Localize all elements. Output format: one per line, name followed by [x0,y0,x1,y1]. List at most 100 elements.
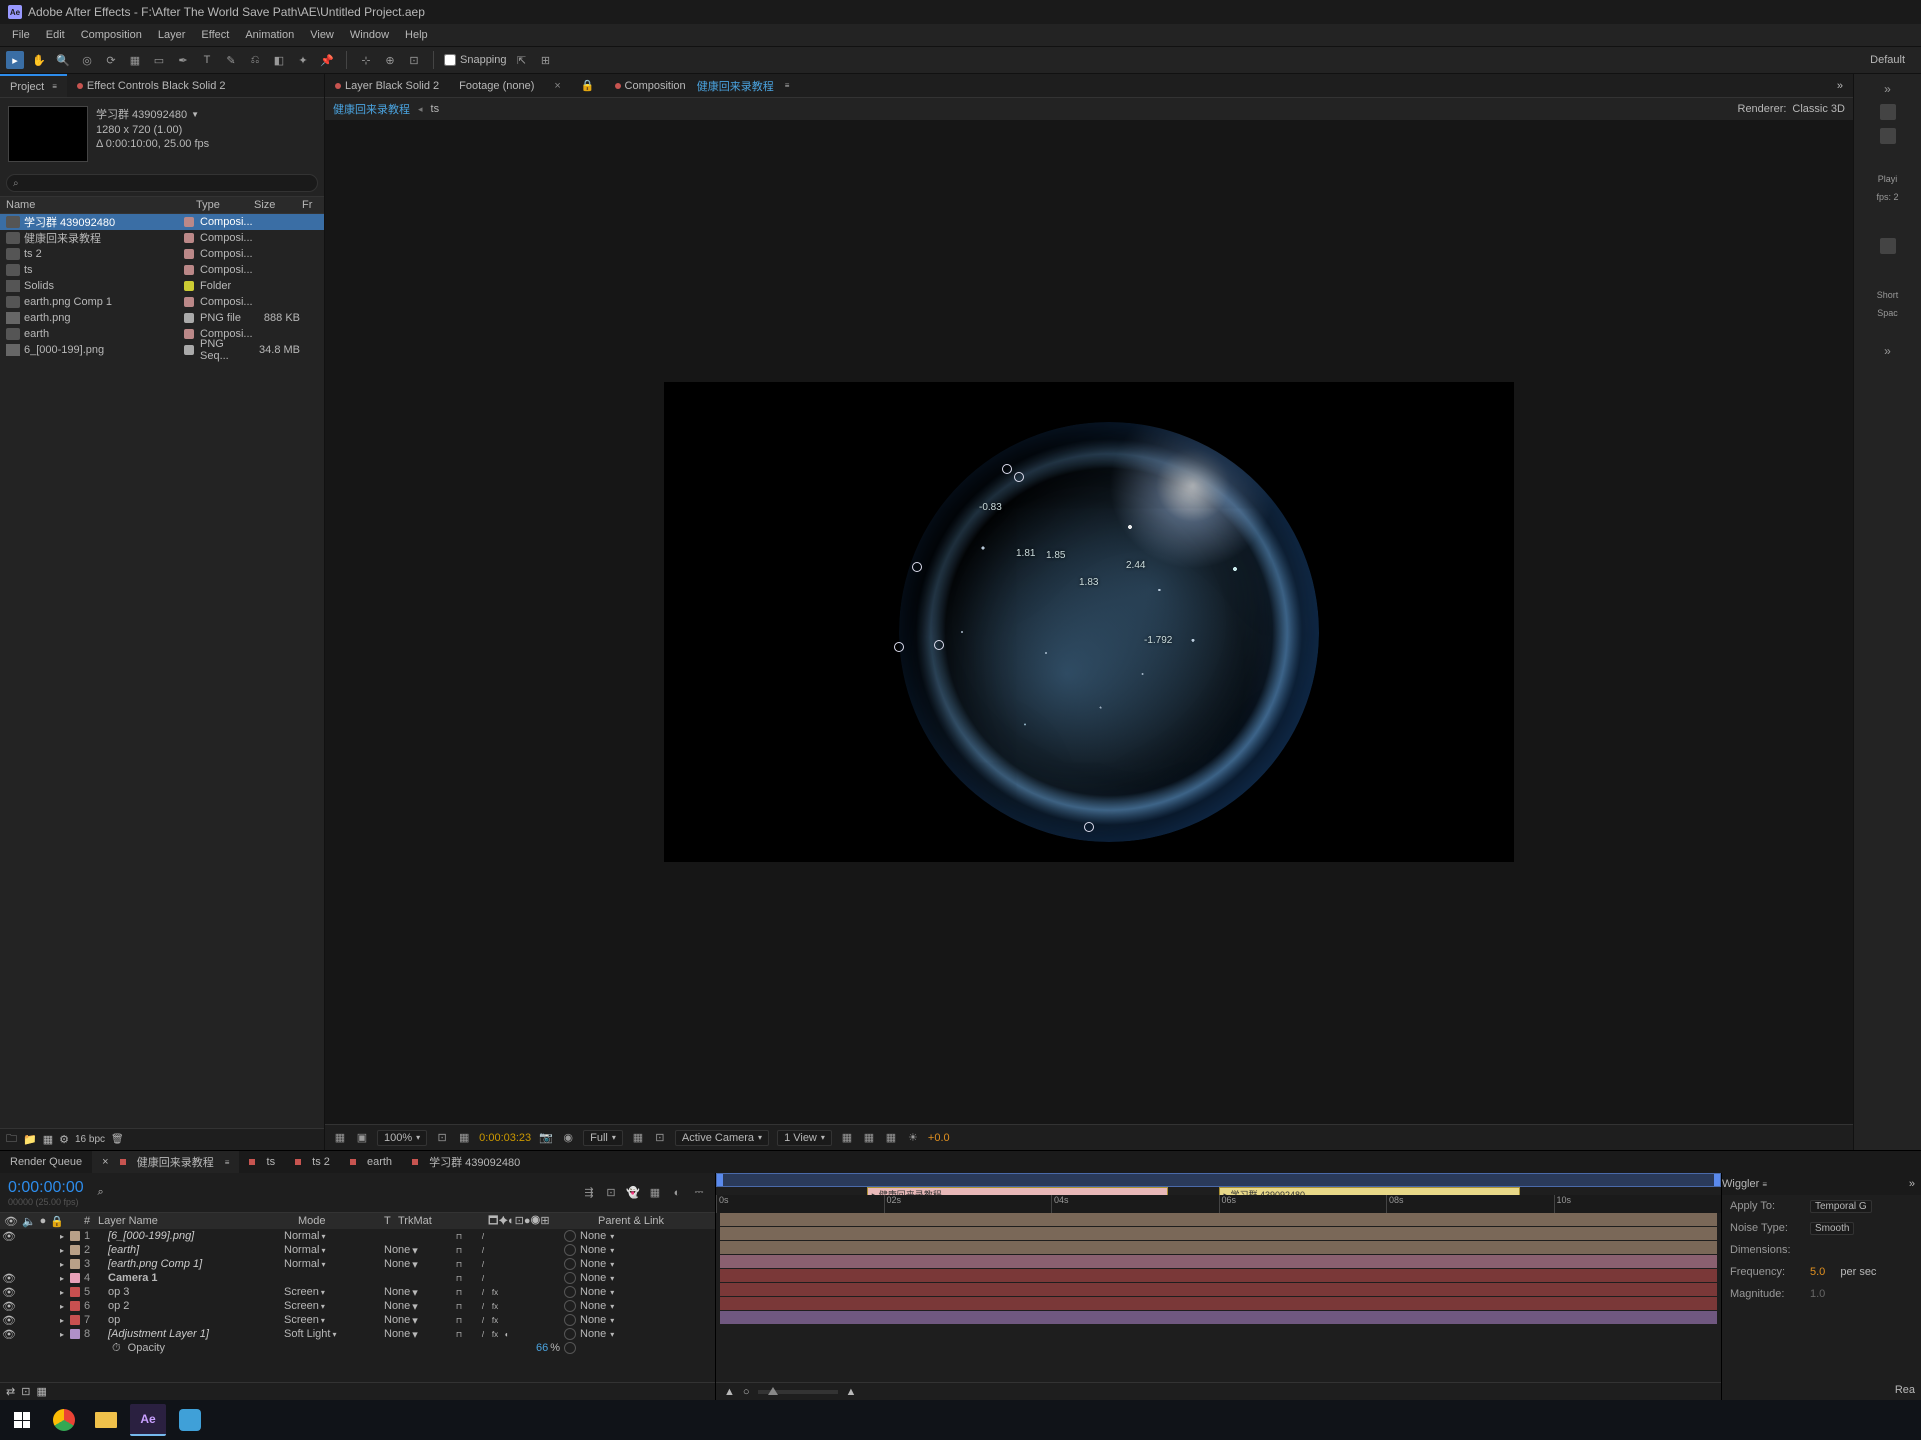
right-dock-expand-icon[interactable]: » [1884,82,1891,96]
view1-icon[interactable]: ▦ [840,1131,854,1145]
workspace-selector[interactable]: Default [1870,54,1915,66]
track-matte-dd[interactable]: None▾ [380,1244,450,1257]
audio-panel-icon[interactable] [1880,128,1896,144]
stopwatch-icon[interactable]: ⏱ [112,1342,121,1355]
snapping-toggle[interactable]: Snapping [444,54,507,66]
info-panel-icon[interactable] [1880,104,1896,120]
delete-icon[interactable]: 🗑 [111,1134,124,1145]
work-area-start[interactable] [717,1174,723,1186]
work-area-end[interactable] [1714,1174,1720,1186]
taskbar-chat[interactable] [172,1404,208,1436]
viewer-tab-comp[interactable]: Composition 健康回来录教程 ≡ [605,74,800,97]
project-item[interactable]: Solids Folder [0,278,324,294]
menu-animation[interactable]: Animation [237,29,302,41]
adj-switch[interactable]: ◐ [502,1329,512,1339]
pickwhip-icon[interactable] [564,1342,576,1354]
project-item[interactable]: 健康回来录教程 Composi... [0,230,324,246]
label-chip[interactable] [184,217,194,227]
new-comp-icon[interactable]: ▦ [43,1133,53,1146]
view-axis-icon[interactable]: ⊡ [405,51,423,69]
label-chip[interactable] [184,281,194,291]
res-icon[interactable]: ⊡ [435,1131,449,1145]
layer-label-chip[interactable] [70,1329,80,1339]
switch[interactable]: / [478,1231,488,1241]
wiggler-freq-val[interactable]: 5.0 [1810,1266,1825,1278]
pickwhip-icon[interactable] [564,1272,576,1284]
blend-mode-dd[interactable]: Normal▾ [280,1258,350,1270]
toggle-switches-icon[interactable]: ⇄ [6,1385,15,1398]
work-area[interactable] [716,1173,1721,1187]
grid-icon[interactable]: ▦ [457,1131,471,1145]
track-matte-dd[interactable]: None▾ [380,1286,450,1299]
taskbar-explorer[interactable] [88,1404,124,1436]
layer-row[interactable]: ▸ 3 [earth.png Comp 1] Normal▾ None▾ ⊓/ … [0,1257,715,1271]
zoom-in-icon[interactable]: ▲ [846,1386,857,1398]
col-framerate[interactable]: Fr [302,199,324,211]
col-parent[interactable]: Parent & Link [594,1215,694,1227]
camera-dropdown[interactable]: Active Camera▾ [675,1130,769,1146]
parent-dd[interactable]: None▾ [560,1328,660,1340]
project-item[interactable]: ts 2 Composi... [0,246,324,262]
selection-tool[interactable]: ▸ [6,51,24,69]
twirl-icon[interactable]: ▸ [60,1288,70,1297]
interpret-icon[interactable]: 🗀 [6,1130,17,1149]
col-t[interactable]: T [384,1215,394,1227]
timeline-search[interactable]: ⌕ [92,1184,110,1202]
layer-name[interactable]: [earth] [94,1244,280,1256]
renderer-value[interactable]: Classic 3D [1792,103,1845,115]
frameblend-icon[interactable]: ▦ [647,1185,663,1201]
fx-switch[interactable]: fx [490,1301,500,1311]
visibility-toggle[interactable]: 👁 [4,1329,14,1339]
layer-bar[interactable] [720,1269,1717,1282]
viewer-tab-close[interactable]: × [544,74,570,97]
pickwhip-icon[interactable] [564,1244,576,1256]
tab-tl-1[interactable]: × 健康回来录教程 ≡ [92,1151,239,1173]
brush-tool[interactable]: ✎ [222,51,240,69]
snap-grid-icon[interactable]: ⊞ [537,51,555,69]
draft3d-icon[interactable]: ⊡ [603,1185,619,1201]
zoom-knob-icon[interactable]: ○ [743,1386,750,1398]
col-name[interactable]: Name [0,199,180,211]
world-axis-icon[interactable]: ⊕ [381,51,399,69]
layer-name[interactable]: [earth.png Comp 1] [94,1258,280,1270]
blend-mode-dd[interactable]: Soft Light▾ [280,1328,350,1340]
tab-tl-3[interactable]: ts 2 [285,1151,340,1173]
start-button[interactable] [4,1404,40,1436]
track-matte-dd[interactable]: None▾ [380,1328,450,1341]
layer-name[interactable]: [6_[000-199].png] [94,1230,280,1242]
switch[interactable]: / [478,1315,488,1325]
menu-effect[interactable]: Effect [193,29,237,41]
layer-bar[interactable] [720,1255,1717,1268]
crumb-2[interactable]: ts [431,103,440,115]
layer-bar[interactable] [720,1297,1717,1310]
layer-label-chip[interactable] [70,1287,80,1297]
label-chip[interactable] [184,265,194,275]
label-chip[interactable] [184,233,194,243]
parent-dd[interactable]: None▾ [560,1300,660,1312]
label-chip[interactable] [184,249,194,259]
layer-name[interactable]: op [94,1314,280,1326]
layer-row[interactable]: 👁 ▸ 4 Camera 1 ⊓/ None▾ [0,1271,715,1285]
tab-effect-controls[interactable]: Effect Controls Black Solid 2 [67,74,236,97]
viewer-tab-footage[interactable]: Footage (none) [449,74,544,97]
layer-row[interactable]: ▸ 2 [earth] Normal▾ None▾ ⊓/ None▾ [0,1243,715,1257]
switch[interactable]: ⊓ [454,1315,464,1325]
new-folder-icon[interactable]: 📁 [23,1133,37,1146]
layer-label-chip[interactable] [70,1301,80,1311]
switch[interactable]: ⊓ [454,1259,464,1269]
menu-file[interactable]: File [4,29,38,41]
label-chip[interactable] [184,313,194,323]
visibility-toggle[interactable]: 👁 [4,1273,14,1283]
pickwhip-icon[interactable] [564,1258,576,1270]
viewer-canvas[interactable]: -0.83 -1.792 1.81 1.85 2.44 1.83 [325,120,1853,1124]
menu-composition[interactable]: Composition [73,29,150,41]
tab-project[interactable]: Project≡ [0,74,67,97]
view3-icon[interactable]: ▦ [884,1131,898,1145]
layer-label-chip[interactable] [70,1273,80,1283]
comp-flowchart-icon[interactable]: ⇶ [581,1185,597,1201]
layer-row[interactable]: 👁 ▸ 7 op Screen▾ None▾ ⊓/fx None▾ [0,1313,715,1327]
local-axis-icon[interactable]: ⊹ [357,51,375,69]
parent-dd[interactable]: None▾ [560,1314,660,1326]
rotate-tool[interactable]: ⟳ [102,51,120,69]
menu-help[interactable]: Help [397,29,436,41]
